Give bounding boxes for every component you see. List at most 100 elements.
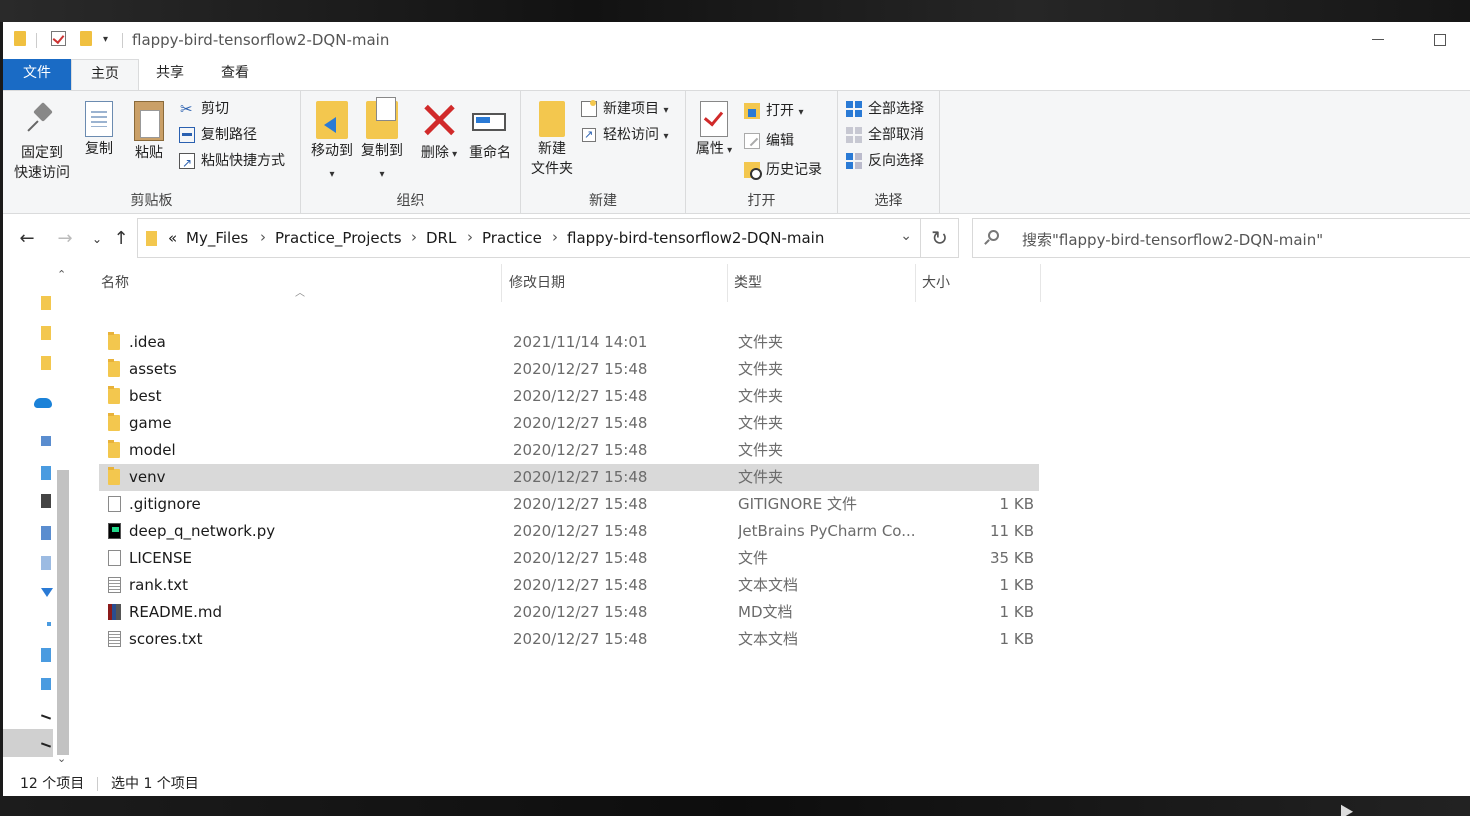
file-type: MD文档 [738,603,793,621]
navigation-pane-scrollbar[interactable]: ⌃ ⌄ [53,264,72,769]
column-header-size[interactable]: 大小 [916,264,1041,302]
properties-button[interactable]: 属性 [694,91,734,161]
copy-button[interactable]: 复制 [79,91,119,159]
file-row[interactable]: .gitignore 2020/12/27 15:48 GITIGNORE 文件 1 … [99,491,1039,518]
pycharm-file-icon [108,523,121,539]
copy-to-button[interactable]: 复制到 [357,91,407,185]
easy-access-icon [581,124,597,146]
invert-selection-button[interactable]: 反向选择 [846,150,924,172]
file-modified: 2020/12/27 15:48 [513,387,648,405]
3d-objects-icon[interactable] [41,466,51,480]
properties-quick-access-icon[interactable] [51,31,66,46]
breadcrumb-chevron-icon[interactable]: › [467,228,473,246]
edit-button[interactable]: 编辑 [744,130,794,152]
cut-button[interactable]: 剪切 [179,98,229,120]
file-row[interactable]: model 2020/12/27 15:48 文件夹 [99,437,1039,464]
file-row[interactable]: .idea 2021/11/14 14:01 文件夹 [99,329,1039,356]
minimize-button[interactable] [1355,22,1401,59]
pin-label-line1: 固定到 [21,145,63,161]
select-none-button[interactable]: 全部取消 [846,124,924,146]
drive-icon[interactable] [40,714,52,720]
breadcrumb-overflow[interactable]: « [168,229,177,247]
copy-to-folder-icon [366,97,398,139]
new-item-button[interactable]: 新建项目 [581,98,668,120]
windows-drive-icon[interactable] [41,678,51,690]
breadcrumb-current-folder[interactable]: flappy-bird-tensorflow2-DQN-main [567,229,824,247]
quick-access-folder-icon[interactable] [41,296,51,310]
scroll-up-chevron-icon[interactable]: ⌃ [57,268,66,281]
maximize-button[interactable] [1417,22,1463,59]
onedrive-cloud-icon[interactable] [34,398,52,408]
column-header-type[interactable]: 类型 [728,264,916,302]
file-row[interactable]: LICENSE 2020/12/27 15:48 文件 35 KB [99,545,1039,572]
delete-button[interactable]: 删除 [419,91,459,165]
file-row[interactable]: assets 2020/12/27 15:48 文件夹 [99,356,1039,383]
up-button[interactable]: ↑ [109,224,133,254]
paste-shortcut-button[interactable]: 粘贴快捷方式 [179,150,285,174]
file-size: 11 KB [990,522,1034,540]
this-pc-icon[interactable] [41,436,51,446]
forward-button[interactable]: → [53,224,77,254]
file-row[interactable]: best 2020/12/27 15:48 文件夹 [99,383,1039,410]
breadcrumb-my-files[interactable]: My_Files [186,229,248,247]
recent-locations-chevron-down-icon[interactable]: ⌄ [85,224,109,254]
tab-view[interactable]: 查看 [201,59,269,90]
file-modified: 2020/12/27 15:48 [513,468,648,486]
scrollbar-thumb[interactable] [57,470,69,755]
breadcrumb-drl[interactable]: DRL [426,229,456,247]
new-folder-icon [539,101,565,137]
new-folder-quick-access-icon[interactable] [80,31,92,46]
downloads-icon[interactable] [41,588,53,597]
pin-to-quick-access-button[interactable]: 固定到 快速访问 [7,91,77,183]
file-icon [108,496,121,512]
copy-icon [85,101,113,137]
quick-access-folder-icon[interactable] [41,356,51,370]
column-header-modified[interactable]: 修改日期 [503,264,728,302]
file-row[interactable]: scores.txt 2020/12/27 15:48 文本文档 1 KB [99,626,1039,653]
open-button[interactable]: 打开 [744,100,803,122]
address-history-chevron-down-icon[interactable]: ⌄ [900,228,912,244]
file-type: 文件 [738,549,769,567]
copy-path-button[interactable]: 复制路径 [179,124,257,146]
pictures-icon[interactable] [41,526,51,540]
select-all-button[interactable]: 全部选择 [846,98,924,120]
tab-home[interactable]: 主页 [71,59,139,90]
documents-icon[interactable] [41,556,51,570]
tab-share[interactable]: 共享 [139,59,201,90]
desktop-icon[interactable] [41,648,51,662]
easy-access-button[interactable]: 轻松访问 [581,124,668,146]
address-bar[interactable]: « My_Files › Practice_Projects › DRL › P… [137,218,959,258]
file-row[interactable]: README.md 2020/12/27 15:48 MD文档 1 KB [99,599,1039,626]
select-group-label: 选择 [874,193,903,209]
rename-button[interactable]: 重命名 [465,91,515,163]
scroll-down-chevron-icon[interactable]: ⌄ [57,752,66,765]
history-button[interactable]: 历史记录 [744,159,822,181]
organize-group: 移动到 复制到 删除 重命名 组织 [301,91,521,213]
breadcrumb-practice-projects[interactable]: Practice_Projects [275,229,402,247]
text-file-icon [108,631,121,647]
music-icon[interactable] [47,622,51,626]
new-group: 新建 文件夹 新建项目 轻松访问 新建 [521,91,686,213]
file-row[interactable]: deep_q_network.py 2020/12/27 15:48 JetBrai… [99,518,1039,545]
file-modified: 2020/12/27 15:48 [513,441,648,459]
new-item-icon [581,100,597,117]
file-row[interactable]: game 2020/12/27 15:48 文件夹 [99,410,1039,437]
paste-label: 粘贴 [135,145,163,161]
back-button[interactable]: ← [15,224,39,254]
refresh-button[interactable]: ↻ [920,219,958,257]
breadcrumb-chevron-icon[interactable]: › [552,228,558,246]
customize-quick-access-dropdown-icon[interactable]: ▾ [103,34,108,45]
search-box[interactable]: 搜索"flappy-bird-tensorflow2-DQN-main" [972,218,1470,258]
breadcrumb-chevron-icon[interactable]: › [260,228,266,246]
file-type: JetBrains PyCharm Co... [738,522,916,540]
breadcrumb-practice[interactable]: Practice [482,229,542,247]
new-folder-button[interactable]: 新建 文件夹 [525,91,579,179]
file-row[interactable]: venv 2020/12/27 15:48 文件夹 [99,464,1039,491]
paste-button[interactable]: 粘贴 [129,91,169,163]
breadcrumb-chevron-icon[interactable]: › [411,228,417,246]
tab-file[interactable]: 文件 [3,59,71,90]
move-to-button[interactable]: 移动到 [307,91,357,185]
quick-access-folder-icon[interactable] [41,326,51,340]
videos-icon[interactable] [41,494,51,508]
file-row[interactable]: rank.txt 2020/12/27 15:48 文本文档 1 KB [99,572,1039,599]
